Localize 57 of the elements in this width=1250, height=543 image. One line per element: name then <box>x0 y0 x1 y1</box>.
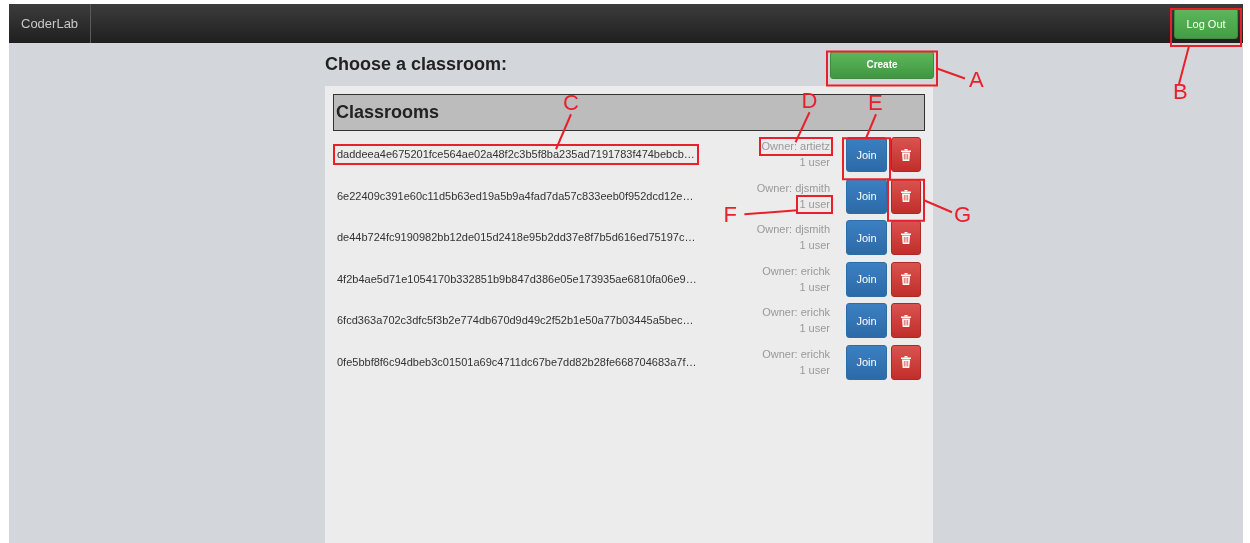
classroom-id: 6fcd363a702c3dfc5f3b2e774db670d9d49c2f52b1e50a77b03445a5bec… <box>337 314 694 328</box>
trash-icon <box>901 190 911 203</box>
leader-line <box>865 113 877 140</box>
delete-button[interactable] <box>891 303 921 339</box>
leader-line <box>555 113 572 151</box>
join-button[interactable]: Join <box>846 344 887 380</box>
trash-icon <box>901 314 911 327</box>
join-button[interactable]: Join <box>846 303 887 339</box>
owner-label: Owner: djsmith <box>756 223 830 237</box>
callout-frame <box>1170 8 1242 47</box>
classroom-id: de44b724fc9190982bb12de015d2418e95b2dd37e8f7b5d616ed75197c… <box>337 231 696 245</box>
delete-button[interactable] <box>891 344 921 380</box>
callout-frame <box>887 178 925 222</box>
join-button[interactable]: Join <box>846 137 887 173</box>
callout-label: C <box>563 90 579 116</box>
brand-label: CoderLab <box>9 4 92 43</box>
classroom-id: 4f2b4ae5d71e1054170b332851b9b847d386e05e173935ae6810fa06e9… <box>337 272 697 286</box>
user-count: 1 user <box>799 280 830 294</box>
leader-line <box>936 67 966 80</box>
user-count: 1 user <box>799 197 830 211</box>
callout-frame <box>842 137 891 181</box>
trash-icon <box>901 231 911 244</box>
callout-label: E <box>868 90 883 116</box>
callout-label: B <box>1173 79 1188 104</box>
delete-button[interactable] <box>891 178 921 214</box>
user-count: 1 user <box>799 363 830 377</box>
owner-label: Owner: erichk <box>762 264 830 278</box>
leader-line <box>743 209 799 216</box>
owner-label: Owner: erichk <box>762 347 830 361</box>
classroom-id: 6e22409c391e60c11d5b63ed19a5b9a4fad7da57c833eeb0f952dcd12e… <box>337 189 694 203</box>
callout-label: F <box>723 202 737 228</box>
delete-button[interactable] <box>891 261 921 297</box>
callout-label: A <box>969 66 984 92</box>
delete-button[interactable] <box>891 220 921 256</box>
logout-button[interactable]: Log Out <box>1174 8 1238 39</box>
trash-icon <box>901 148 911 161</box>
page-heading: Choose a classroom: <box>325 54 508 75</box>
callout-label: D <box>801 88 818 114</box>
user-count: 1 user <box>799 156 830 170</box>
user-count: 1 user <box>799 239 830 253</box>
create-button[interactable]: Create <box>830 50 934 79</box>
callout-label: G <box>954 202 972 228</box>
classroom-id: 0fe5bbf8f6c94dbeb3c01501a69c4711dc67be7dd82b28fe668704683a7f… <box>337 355 697 369</box>
owner-label: Owner: erichk <box>762 306 830 320</box>
user-count: 1 user <box>799 322 830 336</box>
join-button[interactable]: Join <box>846 261 887 297</box>
owner-label: Owner: artietz <box>761 140 830 154</box>
owner-label: Owner: djsmith <box>756 181 830 195</box>
leader-line <box>1178 45 1190 85</box>
panel-title: Classrooms <box>336 102 440 123</box>
join-button[interactable]: Join <box>846 220 887 256</box>
trash-icon <box>901 273 911 286</box>
trash-icon <box>901 356 911 369</box>
leader-line <box>923 199 953 214</box>
leader-line <box>794 111 811 144</box>
delete-button[interactable] <box>891 137 921 173</box>
join-button[interactable]: Join <box>846 178 887 214</box>
